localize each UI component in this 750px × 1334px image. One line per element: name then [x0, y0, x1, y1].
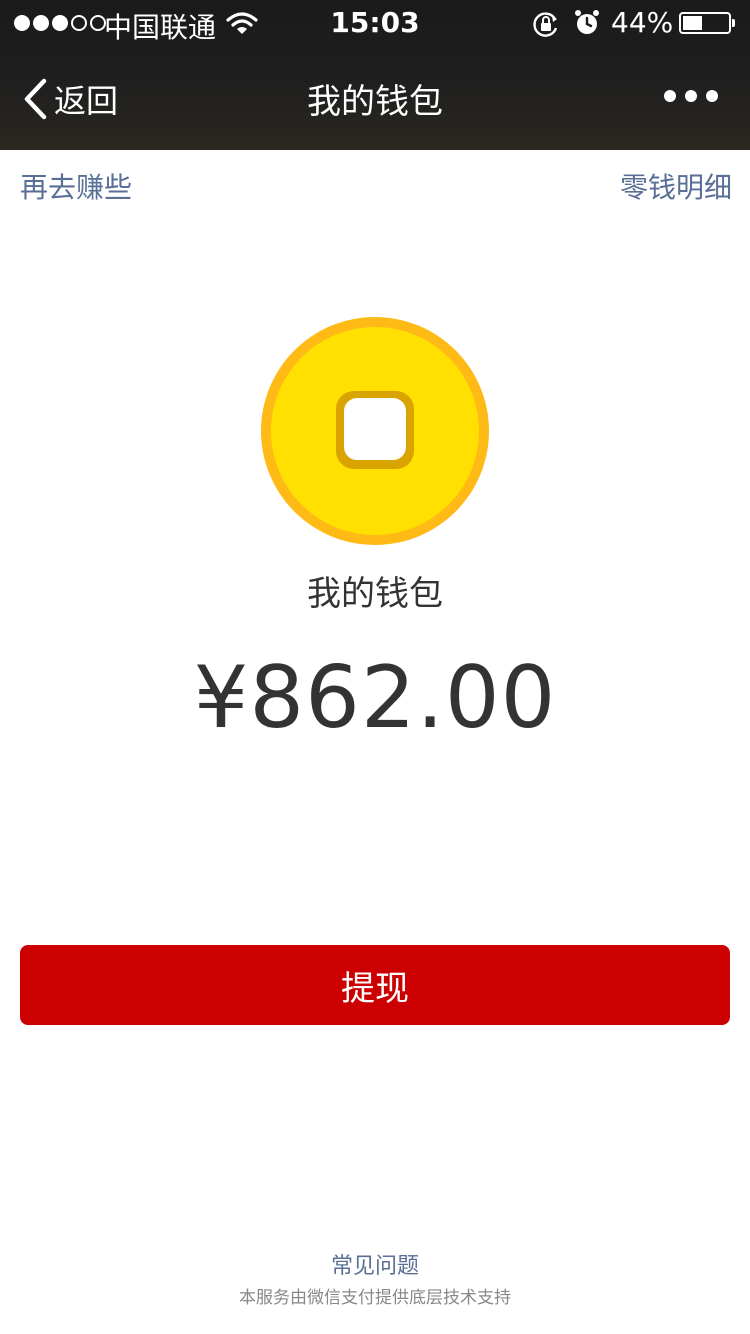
battery-icon — [679, 12, 735, 34]
withdraw-button[interactable]: 提现 — [20, 945, 730, 1025]
balance-amount: ¥862.00 — [193, 648, 557, 748]
top-bar: 中国联通 15:03 44% 返回 我的钱包 — [0, 0, 750, 150]
coin-icon — [260, 316, 490, 546]
page-title: 我的钱包 — [307, 82, 443, 122]
earn-more-link[interactable]: 再去赚些 — [20, 166, 132, 206]
rotation-lock-icon — [532, 10, 560, 45]
change-details-link[interactable]: 零钱明细 — [620, 166, 732, 206]
faq-link[interactable]: 常见问题 — [0, 1248, 750, 1280]
footer-note: 本服务由微信支付提供底层技术支持 — [239, 1288, 511, 1308]
wallet-title: 我的钱包 — [307, 574, 443, 614]
alarm-icon — [574, 9, 600, 44]
more-dots-icon[interactable] — [664, 90, 718, 102]
battery-fill — [683, 16, 702, 30]
battery-nub — [732, 19, 735, 27]
battery-percent: 44% — [611, 6, 674, 39]
status-bar: 中国联通 15:03 44% — [0, 0, 750, 48]
